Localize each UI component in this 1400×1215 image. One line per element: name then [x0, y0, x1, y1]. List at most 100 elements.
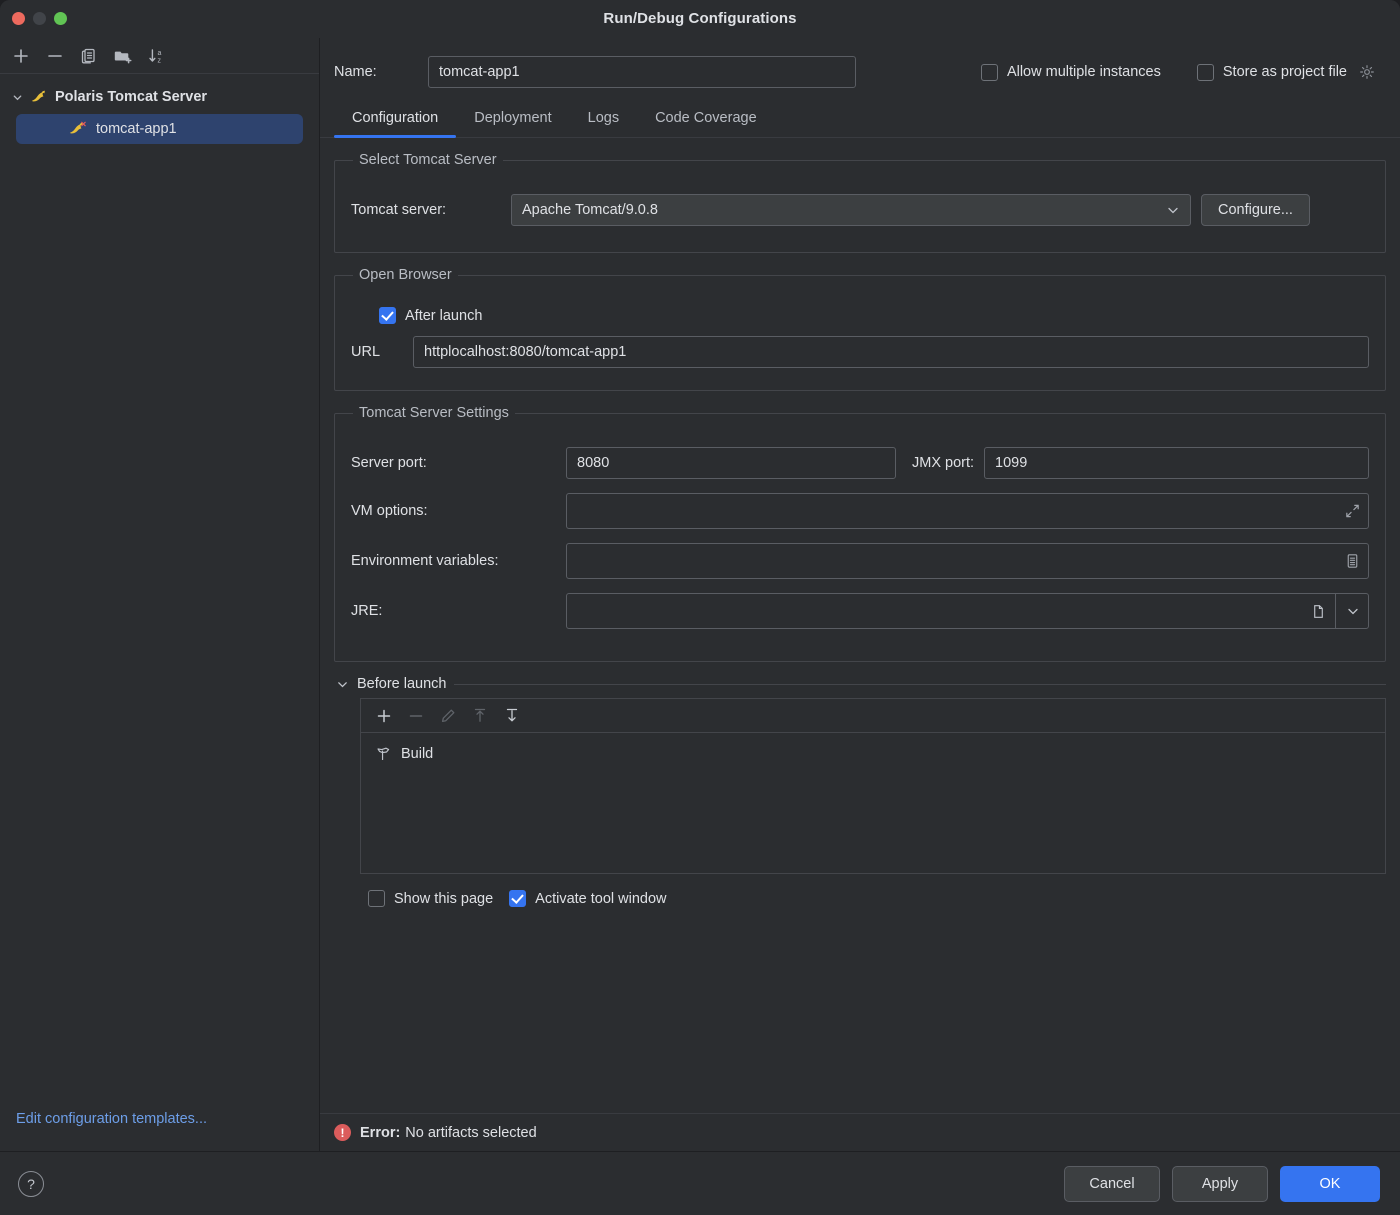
list-item[interactable]: Build	[375, 745, 1385, 762]
vm-options-label: VM options:	[351, 503, 566, 519]
checkbox-box[interactable]	[368, 890, 385, 907]
configuration-tab-content: Select Tomcat Server Tomcat server: Apac…	[320, 138, 1400, 1113]
apply-button[interactable]: Apply	[1172, 1166, 1268, 1202]
tomcat-server-label: Tomcat server:	[351, 202, 511, 218]
svg-text:z: z	[158, 57, 162, 64]
tab-configuration[interactable]: Configuration	[334, 102, 456, 137]
after-launch-checkbox[interactable]: After launch	[379, 307, 482, 324]
edit-task-button[interactable]	[433, 703, 463, 729]
status-bar: ! Error: No artifacts selected	[320, 1113, 1400, 1151]
allow-multiple-instances-checkbox[interactable]: Allow multiple instances	[981, 64, 1161, 81]
remove-task-button[interactable]	[401, 703, 431, 729]
expand-icon[interactable]	[1344, 503, 1361, 520]
tomcat-server-settings-legend: Tomcat Server Settings	[353, 405, 515, 421]
checkbox-box[interactable]	[981, 64, 998, 81]
server-port-input[interactable]: 8080	[566, 447, 896, 479]
dialog-footer: ? Cancel Apply OK	[0, 1151, 1400, 1215]
tab-code-coverage[interactable]: Code Coverage	[637, 102, 775, 137]
tree-group-label: Polaris Tomcat Server	[55, 89, 207, 105]
remove-configuration-button[interactable]	[40, 42, 70, 70]
name-input[interactable]: tomcat-app1	[428, 56, 856, 88]
add-configuration-button[interactable]	[6, 42, 36, 70]
activate-tool-window-label: Activate tool window	[535, 891, 666, 907]
checkbox-box[interactable]	[379, 307, 396, 324]
move-task-down-button[interactable]	[497, 703, 527, 729]
editor-tabs: Configuration Deployment Logs Code Cover…	[320, 102, 1400, 138]
chevron-down-icon[interactable]	[10, 92, 24, 103]
store-as-project-file-checkbox[interactable]: Store as project file	[1197, 63, 1376, 81]
cancel-button[interactable]: Cancel	[1064, 1166, 1160, 1202]
task-label: Build	[401, 746, 433, 762]
divider	[454, 684, 1386, 685]
error-icon: !	[334, 1124, 351, 1141]
name-row: Name: tomcat-app1 Allow multiple instanc…	[320, 38, 1400, 98]
sidebar-toolbar: a z	[0, 38, 319, 74]
jre-input[interactable]	[566, 593, 1369, 629]
open-browser-legend: Open Browser	[353, 267, 458, 283]
list-edit-icon[interactable]	[1344, 553, 1361, 570]
select-tomcat-server-group: Select Tomcat Server Tomcat server: Apac…	[334, 152, 1386, 253]
dialog-body: a z	[0, 38, 1400, 1151]
folder-icon[interactable]	[1301, 593, 1335, 629]
run-debug-configurations-dialog: Run/Debug Configurations	[0, 0, 1400, 1215]
environment-variables-input[interactable]	[566, 543, 1369, 579]
edit-configuration-templates-link[interactable]: Edit configuration templates...	[0, 1111, 319, 1151]
name-label: Name:	[334, 64, 414, 80]
vm-options-input[interactable]	[566, 493, 1369, 529]
gear-icon[interactable]	[1358, 63, 1376, 81]
title-bar: Run/Debug Configurations	[0, 0, 1400, 38]
server-port-label: Server port:	[351, 455, 566, 471]
url-label: URL	[351, 344, 413, 360]
tomcat-server-select[interactable]: Apache Tomcat/9.0.8	[511, 194, 1191, 226]
allow-multiple-instances-label: Allow multiple instances	[1007, 64, 1161, 80]
select-tomcat-server-legend: Select Tomcat Server	[353, 152, 503, 168]
window-title: Run/Debug Configurations	[0, 10, 1400, 27]
configurations-sidebar: a z	[0, 38, 320, 1151]
before-launch-toolbar	[361, 699, 1385, 733]
store-as-project-file-label: Store as project file	[1223, 64, 1347, 80]
status-label: Error:	[360, 1125, 400, 1141]
jmx-port-input[interactable]: 1099	[984, 447, 1369, 479]
svg-text:a: a	[158, 50, 162, 57]
zoom-button[interactable]	[54, 12, 67, 25]
tomcat-error-icon	[68, 121, 87, 138]
tomcat-icon	[30, 89, 49, 106]
chevron-down-icon[interactable]	[1166, 203, 1180, 217]
configure-button[interactable]: Configure...	[1201, 194, 1310, 226]
tomcat-server-value: Apache Tomcat/9.0.8	[522, 202, 658, 218]
minimize-button[interactable]	[33, 12, 46, 25]
add-task-button[interactable]	[369, 703, 399, 729]
tab-deployment[interactable]: Deployment	[456, 102, 569, 137]
after-launch-label: After launch	[405, 308, 482, 324]
hammer-icon	[375, 745, 392, 762]
tomcat-server-settings-group: Tomcat Server Settings Server port: 8080…	[334, 405, 1386, 662]
before-launch-panel: Build	[360, 698, 1386, 874]
show-this-page-label: Show this page	[394, 891, 493, 907]
tab-logs[interactable]: Logs	[570, 102, 637, 137]
checkbox-box[interactable]	[509, 890, 526, 907]
ok-button[interactable]: OK	[1280, 1166, 1380, 1202]
sort-configurations-button[interactable]: a z	[142, 42, 172, 70]
activate-tool-window-checkbox[interactable]: Activate tool window	[509, 890, 666, 907]
before-launch-header[interactable]: Before launch	[336, 676, 1386, 692]
url-input[interactable]: httplocalhost:8080/tomcat-app1	[413, 336, 1369, 368]
sidebar-item-tomcat-app1[interactable]: tomcat-app1	[16, 114, 303, 144]
close-button[interactable]	[12, 12, 25, 25]
chevron-down-icon[interactable]	[336, 678, 349, 691]
sidebar-item-label: tomcat-app1	[96, 121, 177, 137]
chevron-down-icon[interactable]	[1335, 593, 1369, 629]
configuration-editor: Name: tomcat-app1 Allow multiple instanc…	[320, 38, 1400, 1151]
show-this-page-checkbox[interactable]: Show this page	[368, 890, 493, 907]
copy-configuration-button[interactable]	[74, 42, 104, 70]
open-browser-group: Open Browser After launch URL httplocalh…	[334, 267, 1386, 391]
move-task-up-button[interactable]	[465, 703, 495, 729]
status-message: No artifacts selected	[405, 1125, 536, 1141]
jre-label: JRE:	[351, 603, 566, 619]
before-launch-task-list[interactable]: Build	[361, 733, 1385, 873]
help-button[interactable]: ?	[18, 1171, 44, 1197]
window-controls	[0, 12, 67, 25]
tree-group-polaris-tomcat-server[interactable]: Polaris Tomcat Server	[0, 82, 319, 112]
new-folder-button[interactable]	[108, 42, 138, 70]
environment-variables-label: Environment variables:	[351, 553, 566, 569]
checkbox-box[interactable]	[1197, 64, 1214, 81]
